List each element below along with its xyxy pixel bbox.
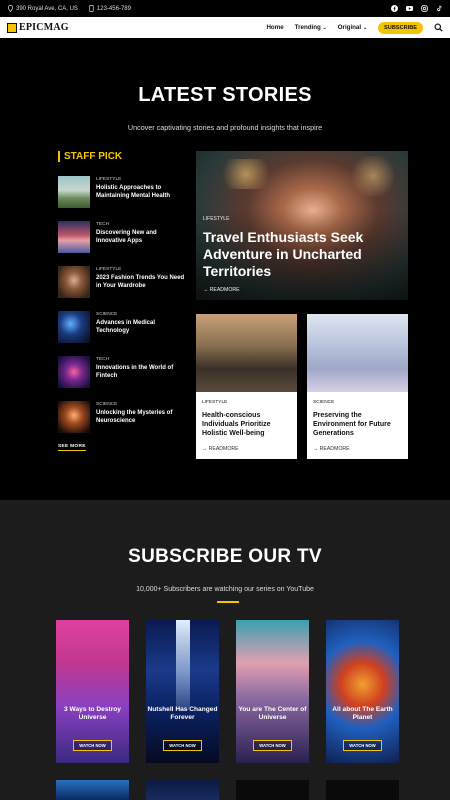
location-pin-icon — [8, 5, 13, 12]
story-title[interactable]: Health-conscious Individuals Prioritize … — [202, 411, 291, 438]
video-card[interactable] — [236, 780, 309, 800]
post-thumbnail[interactable] — [58, 356, 90, 388]
readmore-label: READMORE — [319, 446, 350, 452]
post-title[interactable]: Unlocking the Mysteries of Neuroscience — [96, 409, 188, 425]
bokeh-light — [216, 159, 276, 189]
subscribe-button[interactable]: SUBSCRIBE — [378, 21, 423, 34]
search-icon[interactable] — [434, 23, 443, 32]
post-title[interactable]: Advances in Medical Technology — [96, 319, 188, 335]
list-item[interactable]: LIFESTYLE Holistic Approaches to Maintain… — [58, 176, 188, 221]
story-category[interactable]: SCIENCE — [313, 400, 408, 405]
post-category[interactable]: TECH — [96, 222, 188, 227]
featured-readmore[interactable]: → READMORE — [203, 287, 240, 293]
video-card[interactable]: Nutshell Has Changed Forever WATCH NOW — [146, 620, 219, 763]
post-title[interactable]: Innovations in the World of Fintech — [96, 364, 188, 380]
video-card[interactable]: All about The Earth Planet WATCH NOW — [326, 620, 399, 763]
nav-item-home[interactable]: Home — [266, 24, 283, 31]
story-readmore[interactable]: → READMORE — [202, 446, 239, 452]
chevron-down-icon: ⌄ — [362, 25, 368, 31]
video-card[interactable] — [56, 780, 129, 800]
watch-now-button[interactable]: WATCH NOW — [73, 740, 112, 751]
post-thumbnail[interactable] — [58, 176, 90, 208]
story-title[interactable]: Preserving the Environment for Future Ge… — [313, 411, 402, 438]
video-title[interactable]: All about The Earth Planet — [326, 706, 399, 722]
video-card[interactable]: 3 Ways to Destroy Universe WATCH NOW — [56, 620, 129, 763]
post-thumbnail[interactable] — [58, 266, 90, 298]
nav-item-trending[interactable]: Trending ⌄ — [295, 24, 327, 31]
tiktok-icon[interactable] — [436, 5, 443, 12]
phone: 123-456-789 — [88, 5, 131, 12]
logo[interactable]: EPICMAG — [7, 22, 69, 33]
arrow-icon: → — [202, 446, 208, 452]
watch-now-button[interactable]: WATCH NOW — [163, 740, 202, 751]
story-readmore[interactable]: → READMORE — [313, 446, 350, 452]
phone-text: 123-456-789 — [96, 5, 131, 12]
list-item[interactable]: SCIENCE Advances in Medical Technology — [58, 311, 188, 356]
section-title: LATEST STORIES — [138, 84, 312, 106]
video-card[interactable] — [146, 780, 219, 800]
story-category[interactable]: LIFESTYLE — [202, 400, 297, 405]
list-item[interactable]: TECH Innovations in the World of Fintech — [58, 356, 188, 401]
section-subtitle: Uncover captivating stories and profound… — [127, 123, 323, 132]
list-item[interactable]: TECH Discovering New and Innovative Apps — [58, 221, 188, 266]
story-image[interactable] — [307, 314, 408, 392]
youtube-icon[interactable] — [406, 5, 413, 12]
nav-item-original[interactable]: Original ⌄ — [338, 24, 367, 31]
post-category[interactable]: TECH — [96, 357, 188, 362]
light-beam — [176, 620, 190, 710]
watch-now-button[interactable]: WATCH NOW — [253, 740, 292, 751]
video-title[interactable]: Nutshell Has Changed Forever — [146, 706, 219, 722]
post-title[interactable]: Discovering New and Innovative Apps — [96, 229, 188, 245]
story-image[interactable] — [196, 314, 297, 392]
bokeh-light — [348, 156, 398, 196]
post-thumbnail[interactable] — [58, 221, 90, 253]
main-menu: Home Trending ⌄ Original ⌄ SUBSCRIBE — [266, 21, 443, 34]
list-item[interactable]: SCIENCE Unlocking the Mysteries of Neuros… — [58, 401, 188, 446]
story-card[interactable]: SCIENCE Preserving the Environment for F… — [307, 314, 408, 459]
address-text: 390 Royal Ave, CA, US — [16, 5, 78, 12]
instagram-icon[interactable] — [421, 5, 428, 12]
accent-divider — [217, 601, 239, 603]
logo-mark — [7, 22, 17, 33]
address: 390 Royal Ave, CA, US — [7, 5, 78, 12]
featured-category[interactable]: LIFESTYLE — [203, 216, 229, 222]
logo-text: EPICMAG — [19, 22, 69, 33]
phone-icon — [89, 5, 94, 12]
tv-subtitle: 10,000+ Subscribers are watching our ser… — [136, 586, 314, 593]
chevron-down-icon: ⌄ — [322, 25, 327, 31]
readmore-label: READMORE — [208, 446, 239, 452]
post-category[interactable]: LIFESTYLE — [96, 267, 188, 272]
post-thumbnail[interactable] — [58, 401, 90, 433]
video-card[interactable] — [326, 780, 399, 800]
nav-item-original-label: Original — [337, 24, 362, 31]
arrow-icon: → — [313, 446, 319, 452]
post-category[interactable]: SCIENCE — [96, 402, 188, 407]
post-thumbnail[interactable] — [58, 311, 90, 343]
readmore-label: READMORE — [209, 287, 240, 293]
post-title[interactable]: 2023 Fashion Trends You Need in Your War… — [96, 274, 188, 290]
arrow-icon: → — [203, 287, 209, 293]
post-title[interactable]: Holistic Approaches to Maintaining Menta… — [96, 184, 188, 200]
story-card[interactable]: LIFESTYLE Health-conscious Individuals P… — [196, 314, 297, 459]
video-title[interactable]: You are The Center of Universe — [236, 706, 309, 722]
nav-item-trending-label: Trending — [294, 24, 321, 31]
navbar: EPICMAG Home Trending ⌄ Original ⌄ SUBSC… — [0, 17, 450, 38]
staff-pick-list: LIFESTYLE Holistic Approaches to Maintain… — [58, 176, 188, 446]
tv-title: SUBSCRIBE OUR TV — [128, 546, 322, 567]
top-bar: 390 Royal Ave, CA, US 123-456-789 — [0, 0, 450, 17]
list-item[interactable]: LIFESTYLE 2023 Fashion Trends You Need in… — [58, 266, 188, 311]
video-card[interactable]: You are The Center of Universe WATCH NOW — [236, 620, 309, 763]
post-category[interactable]: LIFESTYLE — [96, 177, 188, 182]
post-category[interactable]: SCIENCE — [96, 312, 188, 317]
featured-title[interactable]: Travel Enthusiasts Seek Adventure in Unc… — [203, 229, 403, 280]
staff-pick-heading: STAFF PICK — [58, 151, 122, 162]
watch-now-button[interactable]: WATCH NOW — [343, 740, 382, 751]
video-title[interactable]: 3 Ways to Destroy Universe — [56, 706, 129, 722]
see-more-link[interactable]: SEE MORE — [58, 444, 86, 451]
facebook-icon[interactable] — [391, 5, 398, 12]
